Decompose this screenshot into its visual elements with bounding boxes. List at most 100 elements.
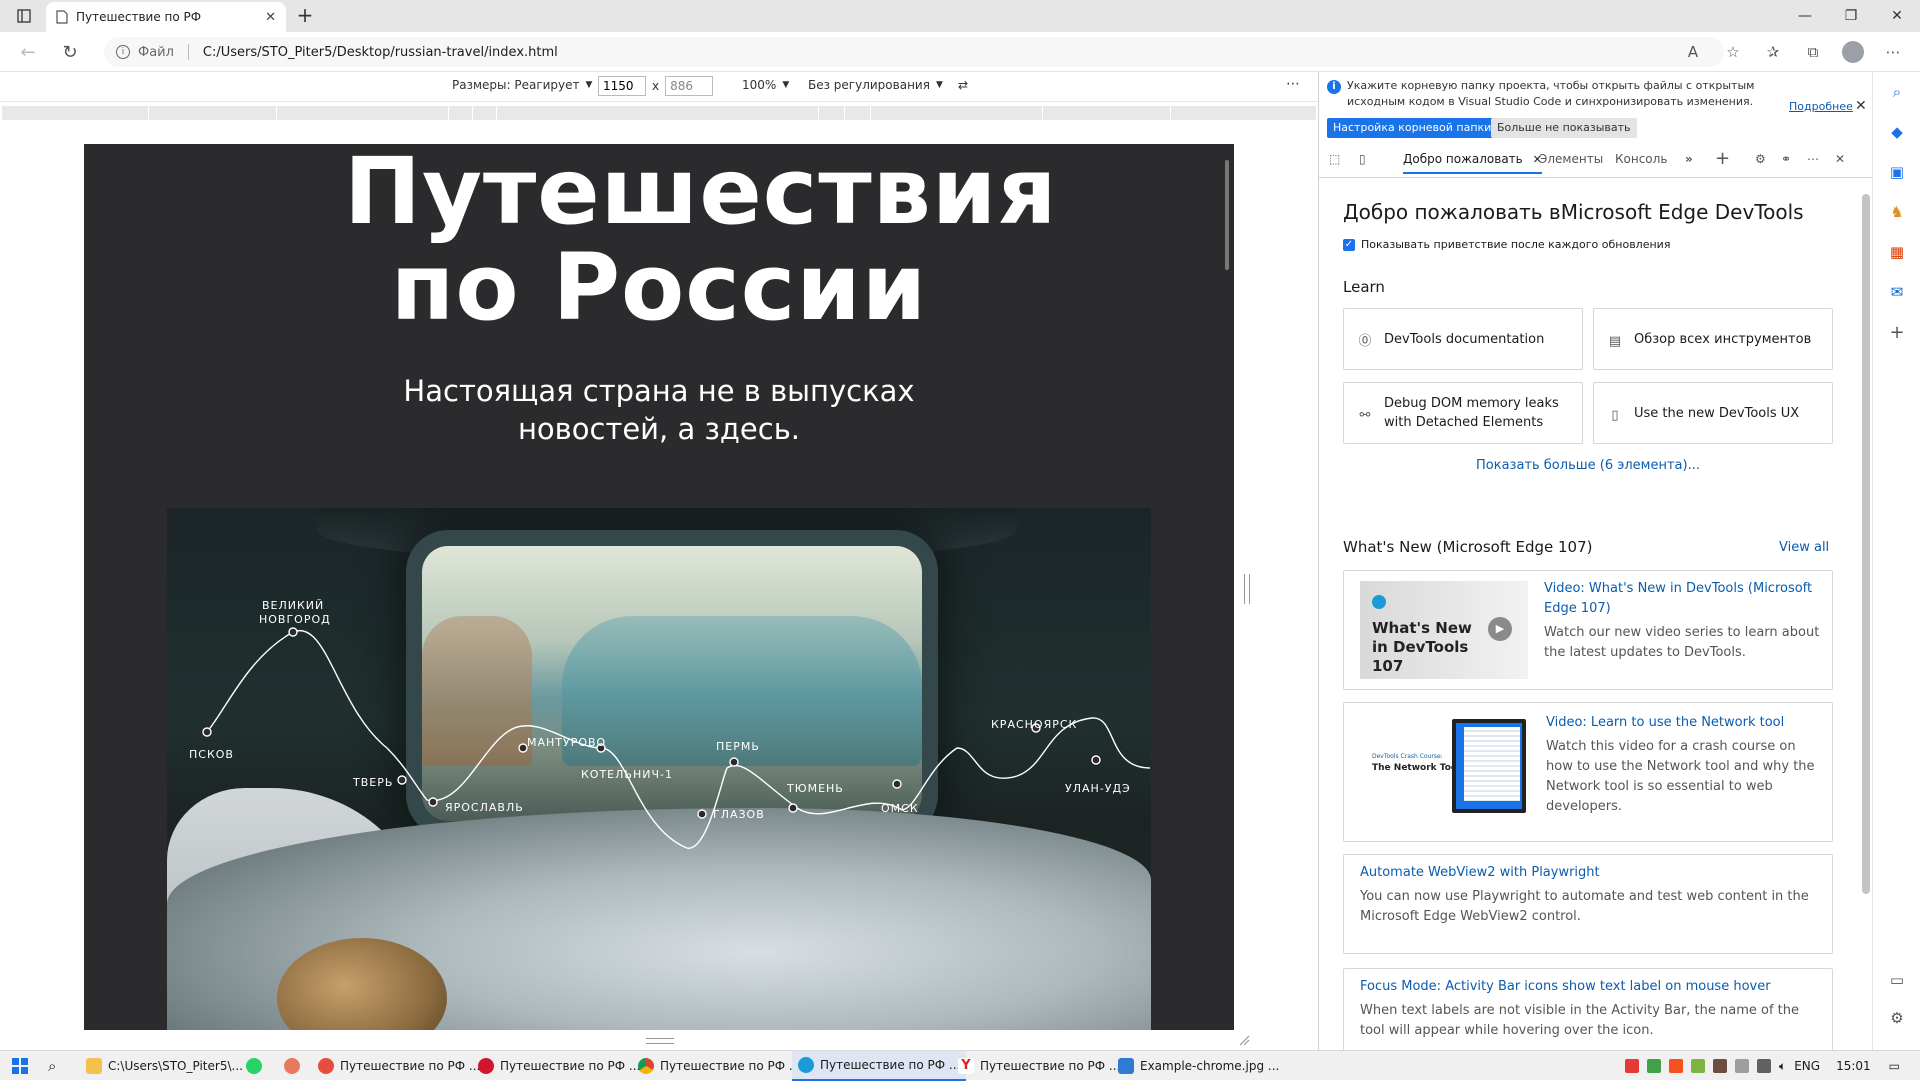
play-icon[interactable]: ▶ <box>1488 617 1512 641</box>
news-item[interactable]: DevTools Crash Course: The Network Tool … <box>1343 702 1833 842</box>
rotate-icon[interactable]: ⇄ <box>958 78 968 92</box>
news-item[interactable]: Focus Mode: Activity Bar icons show text… <box>1343 968 1833 1050</box>
taskbar-item[interactable]: Путешествие по РФ ... <box>472 1051 646 1081</box>
card-new-ux[interactable]: ▯ Use the new DevTools UX <box>1593 382 1833 444</box>
app-icon[interactable] <box>278 1051 306 1081</box>
collections-icon[interactable]: ⧉ <box>1796 40 1830 64</box>
refresh-button[interactable]: ↻ <box>56 40 84 64</box>
restore-button[interactable]: ❐ <box>1828 0 1874 32</box>
resize-handle-horizontal[interactable] <box>1244 574 1250 604</box>
close-devtools-icon[interactable]: ✕ <box>1835 152 1845 166</box>
inspect-icon[interactable]: ⬚ <box>1329 152 1340 166</box>
throttle-dropdown[interactable]: Без регулирования ▼ <box>808 78 943 92</box>
video-thumbnail[interactable]: What's New in DevTools 107 ▶ <box>1360 581 1528 679</box>
tab-elements[interactable]: Элементы <box>1539 152 1603 166</box>
url-text[interactable]: C:/Users/STO_Piter5/Desktop/russian-trav… <box>203 45 558 60</box>
outlook-icon[interactable]: ✉ <box>1887 282 1907 302</box>
avatar[interactable] <box>1842 41 1864 63</box>
new-tab-button[interactable]: + <box>292 5 318 27</box>
read-aloud-icon[interactable]: A <box>1676 40 1710 64</box>
info-icon[interactable]: i <box>116 45 130 59</box>
checkbox-checked-icon[interactable]: ✓ <box>1343 238 1355 251</box>
news-title[interactable]: Video: Learn to use the Network tool <box>1546 713 1824 733</box>
news-title[interactable]: Automate WebView2 with Playwright <box>1360 863 1820 883</box>
more-tabs-icon[interactable]: » <box>1685 152 1693 166</box>
start-button[interactable] <box>6 1051 34 1081</box>
settings-menu-icon[interactable]: ⋯ <box>1876 40 1910 64</box>
favorites-icon[interactable]: ✰ <box>1756 40 1790 64</box>
gear-icon[interactable]: ⚙ <box>1755 152 1766 166</box>
games-icon[interactable]: ♞ <box>1887 202 1907 222</box>
news-item[interactable]: Automate WebView2 with Playwright You ca… <box>1343 854 1833 954</box>
height-input[interactable] <box>665 76 714 96</box>
thumbnail-caption: DevTools Crash Course: <box>1372 753 1443 760</box>
news-item[interactable]: What's New in DevTools 107 ▶ Video: What… <box>1343 570 1833 690</box>
back-button[interactable]: ← <box>14 40 42 64</box>
resize-corner-icon[interactable] <box>1238 1034 1250 1046</box>
taskbar-item[interactable]: Путешествие по РФ ... <box>792 1051 967 1081</box>
taskbar-item[interactable]: C:\Users\STO_Piter5\... <box>80 1051 249 1081</box>
tab-close-icon[interactable]: ✕ <box>265 10 276 25</box>
clock[interactable]: 15:01 <box>1836 1059 1871 1073</box>
connect-icon[interactable]: ⚭ <box>1781 152 1791 166</box>
show-more-link[interactable]: Показать больше (6 элемента)... <box>1343 458 1833 473</box>
tray-app-icon[interactable] <box>1625 1059 1639 1073</box>
more-options-icon[interactable]: ⋯ <box>1286 76 1300 92</box>
tools-icon[interactable]: ▣ <box>1887 162 1907 182</box>
add-icon[interactable]: + <box>1887 322 1907 343</box>
width-input[interactable] <box>598 76 646 96</box>
show-welcome-checkbox[interactable]: ✓ Показывать приветствие после каждого о… <box>1343 238 1670 251</box>
address-bar[interactable]: i Файл C:/Users/STO_Piter5/Desktop/russi… <box>104 37 1724 67</box>
zoom-dropdown[interactable]: 100% ▼ <box>742 78 789 92</box>
tab-actions-button[interactable] <box>8 5 40 27</box>
news-title[interactable]: Focus Mode: Activity Bar icons show text… <box>1360 977 1820 997</box>
taskbar-item[interactable]: Example-chrome.jpg ... <box>1112 1051 1285 1081</box>
network-icon[interactable] <box>1757 1059 1771 1073</box>
tray-app-icon[interactable] <box>1647 1059 1661 1073</box>
whatsapp-icon[interactable] <box>240 1051 268 1081</box>
media-query-ruler[interactable] <box>2 106 1316 120</box>
tab-welcome[interactable]: Добро пожаловать ✕ <box>1403 152 1542 174</box>
tray-app-icon[interactable] <box>1713 1059 1727 1073</box>
add-tab-icon[interactable]: + <box>1715 148 1730 169</box>
favorite-add-icon[interactable]: ☆ <box>1716 40 1750 64</box>
card-devtools-docs[interactable]: ⓪ DevTools documentation <box>1343 308 1583 370</box>
gear-icon[interactable]: ⚙ <box>1887 1008 1907 1028</box>
close-window-button[interactable]: ✕ <box>1874 0 1920 32</box>
card-overview-tools[interactable]: ▤ Обзор всех инструментов <box>1593 308 1833 370</box>
tray-app-icon[interactable] <box>1669 1059 1683 1073</box>
tray-app-icon[interactable] <box>1735 1059 1749 1073</box>
search-icon[interactable]: ⌕ <box>42 1051 62 1081</box>
minimize-button[interactable]: — <box>1782 0 1828 32</box>
shopping-icon[interactable]: ◆ <box>1887 122 1907 142</box>
infobar-more-link[interactable]: Подробнее <box>1789 100 1853 113</box>
tab-console[interactable]: Консоль <box>1615 152 1667 166</box>
resize-handle-vertical[interactable] <box>646 1038 674 1044</box>
dont-show-again-button[interactable]: Больше не показывать <box>1491 118 1637 138</box>
close-icon[interactable]: ✕ <box>1855 98 1867 114</box>
dimensions-dropdown[interactable]: Размеры: Реагирует ▼ <box>452 78 592 92</box>
more-options-icon[interactable]: ⋯ <box>1807 152 1819 166</box>
view-all-link[interactable]: View all <box>1779 540 1829 555</box>
volume-icon[interactable]: 🔈︎ <box>1779 1059 1786 1074</box>
notifications-icon[interactable]: ▭ <box>1889 1059 1900 1073</box>
sidebar-layout-icon[interactable]: ▭ <box>1887 970 1907 990</box>
browser-tab[interactable]: Путешествие по РФ ✕ <box>46 2 286 32</box>
taskbar-item[interactable]: Y Путешествие по РФ ... <box>952 1051 1126 1081</box>
taskbar-item[interactable]: Путешествие по РФ ... <box>632 1051 806 1081</box>
card-debug-dom[interactable]: ⚯ Debug DOM memory leaks with Detached E… <box>1343 382 1583 444</box>
scrollbar-thumb[interactable] <box>1862 194 1870 894</box>
news-title[interactable]: Video: What's New in DevTools (Microsoft… <box>1544 579 1824 619</box>
page-scrollbar[interactable] <box>1225 160 1229 270</box>
tray-app-icon[interactable] <box>1691 1059 1705 1073</box>
taskbar-item[interactable]: Путешествие по РФ ... <box>312 1051 486 1081</box>
office-icon[interactable]: ▦ <box>1887 242 1907 262</box>
system-tray: 🔈︎ ENG 15:01 ▭ <box>1625 1051 1920 1081</box>
search-icon[interactable]: ⌕ <box>1887 82 1907 102</box>
language-indicator[interactable]: ENG <box>1794 1059 1820 1073</box>
video-thumbnail[interactable]: DevTools Crash Course: The Network Tool <box>1360 717 1528 815</box>
yandex-browser-icon <box>318 1058 334 1074</box>
set-root-folder-button[interactable]: Настройка корневой папки <box>1327 118 1498 138</box>
device-emulation-icon[interactable]: ▯ <box>1359 152 1366 166</box>
devtools-scrollbar[interactable] <box>1859 184 1871 1044</box>
